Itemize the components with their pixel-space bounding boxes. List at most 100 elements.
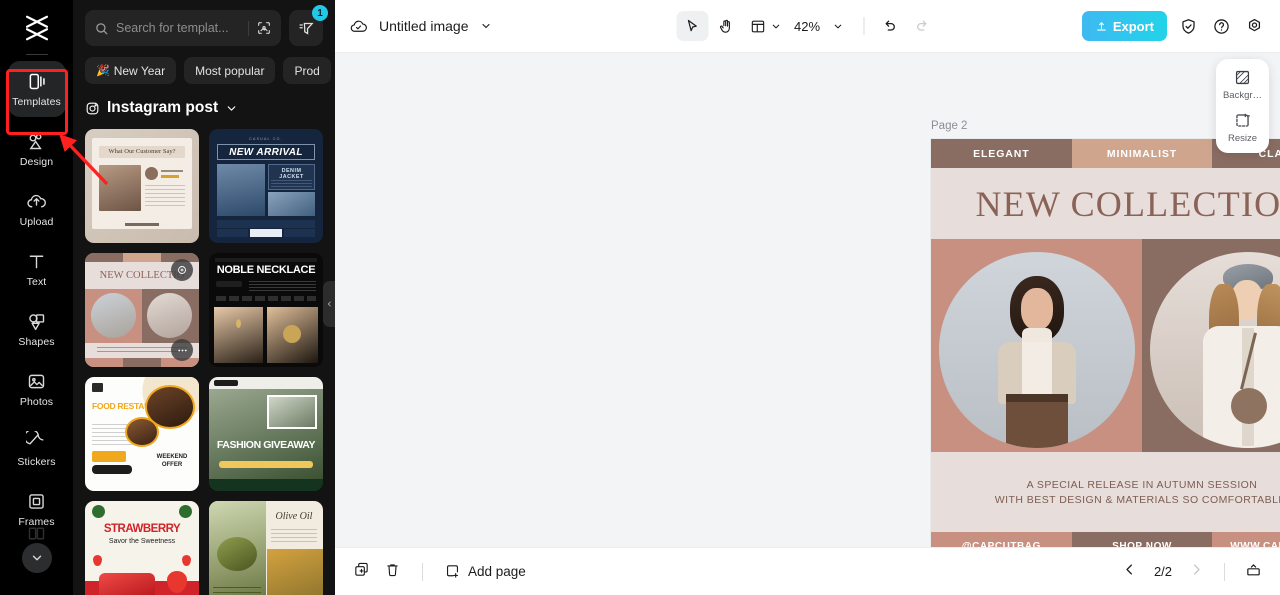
search-input[interactable]: Search for templat... [85,10,281,46]
filter-badge: 1 [312,5,328,21]
template-card[interactable]: FOOD RESTAURANT WEEKEND OFFER [85,377,199,491]
canvas-area[interactable]: Page 2 ELEGANT MINIMALIST CLA NEW COLLEC… [335,53,1280,547]
chevron-down-icon [834,24,842,28]
duplicate-page-button[interactable] [353,561,370,583]
hand-icon [719,19,730,33]
chevron-down-icon [772,24,779,28]
resize-label: Resize [1227,133,1258,144]
sidebar-expand-button[interactable] [21,543,52,573]
design-headline: NEW COLLECTION [975,183,1280,224]
description-zone: A SPECIAL RELEASE IN AUTUMN SESSION WITH… [931,452,1280,532]
shield-check-button[interactable] [1176,14,1200,38]
redo-icon [917,20,927,31]
template-more-button[interactable] [171,339,193,361]
search-divider [248,20,249,36]
redo-button[interactable] [907,11,939,41]
bar-minimalist: MINIMALIST [1071,139,1213,168]
gear-icon [1248,18,1260,31]
bottom-divider-right [1224,562,1225,581]
zoom-dropdown-button[interactable] [822,11,854,41]
page-container: Page 2 ELEGANT MINIMALIST CLA NEW COLLEC… [931,117,1280,547]
pages-grid-button[interactable] [1245,561,1262,583]
photos-icon [26,371,47,393]
trash-icon [387,563,398,576]
prev-page-button[interactable] [1122,562,1137,582]
sidebar-item-stickers[interactable]: Stickers [8,421,66,477]
bar-label: @CAPCUTBAG [961,541,1041,547]
resize-button[interactable]: Resize [1216,111,1269,144]
sidebar-item-design[interactable]: Design [8,121,66,177]
template-preview-button[interactable] [171,259,193,281]
page-navigation: 2/2 [1122,561,1262,583]
capcut-logo-icon[interactable] [17,8,57,48]
background-button[interactable]: Backgr… [1216,68,1269,101]
delete-page-button[interactable] [384,561,401,583]
image-search-icon[interactable] [256,20,272,36]
design-artboard[interactable]: ELEGANT MINIMALIST CLASSY NEW COLLECTION [931,139,1280,547]
sidebar-item-label: Design [19,155,54,168]
chip-product[interactable]: Prod [283,57,331,84]
bar-label: ELEGANT [973,147,1030,160]
upload-icon [1096,21,1106,31]
bar-label: WWW.CAPCUT.COM [1230,541,1280,547]
hand-tool-button[interactable] [710,11,742,41]
chip-new-year[interactable]: 🎉 New Year [85,57,177,84]
template-card[interactable]: NOBLE NECKLACE [209,253,323,367]
templates-icon [26,71,47,93]
pages-grid-icon [1247,563,1260,575]
template-grid: What Our Customer Say? CASUAL CO. NEW AR… [73,129,335,595]
search-icon [96,22,108,34]
description-line: WITH BEST DESIGN & MATERIALS SO COMFORTA… [994,493,1280,506]
export-button[interactable]: Export [1081,11,1167,41]
template-card[interactable]: Olive Oil [209,501,323,595]
undo-icon [885,20,895,31]
select-tool-button[interactable] [675,11,708,41]
sidebar-item-templates[interactable]: Templates [7,61,66,117]
template-card[interactable]: CASUAL CO. NEW ARRIVAL DENIM JACKET [209,129,323,243]
instagram-icon [86,102,99,114]
undo-button[interactable] [873,11,905,41]
category-selector[interactable]: Instagram post [85,99,323,117]
layout-icon [751,20,764,32]
add-page-label: Add page [468,564,526,579]
chevron-right-icon [1194,564,1200,574]
document-name-button[interactable]: Untitled image [349,17,492,36]
next-page-button[interactable] [1189,562,1204,582]
sidebar-item-photos[interactable]: Photos [8,361,66,417]
main-area: Untitled image 42% Export Page 2 ELEGANT… [335,0,1280,595]
sidebar-item-label: Photos [19,395,54,408]
template-title: NOBLE NECKLACE [216,264,316,276]
left-sidebar: Templates Design Upload Text Shapes Phot… [0,0,73,595]
canvas-side-panel: Backgr… Resize [1216,59,1269,153]
template-card[interactable]: STRAWBERRY Savor the Sweetness [85,501,199,595]
duplicate-page-icon [355,562,368,576]
top-toolbar: Untitled image 42% Export [335,0,1280,53]
tool-group: 42% [675,11,939,41]
bottom-divider [422,562,423,581]
chip-label: New Year [113,63,166,78]
filter-button[interactable]: 1 [289,5,328,46]
export-label: Export [1112,18,1154,34]
panel-collapse-handle[interactable] [323,281,335,327]
template-card[interactable]: What Our Customer Say? [85,129,199,243]
filter-icon [298,22,314,35]
description-line: A SPECIAL RELEASE IN AUTUMN SESSION [1026,478,1258,491]
help-button[interactable] [1209,14,1233,38]
chevron-left-icon [327,301,331,307]
zoom-level[interactable]: 42% [788,19,820,34]
template-card[interactable]: FASHION GIVEAWAY [209,377,323,491]
template-card[interactable]: NEW COLLECTIO [85,253,199,367]
bar-elegant: ELEGANT [931,139,1072,168]
page-tools: Add page [353,561,526,583]
sidebar-item-shapes[interactable]: Shapes [8,301,66,357]
chip-most-popular[interactable]: Most popular [184,57,276,84]
headline-zone: NEW COLLECTION [931,168,1280,239]
bar-label: SHOP NOW [1112,541,1172,547]
layout-tool-button[interactable] [744,11,786,41]
sidebar-item-upload[interactable]: Upload [8,181,66,237]
photo-circle-right [1149,251,1280,448]
settings-button[interactable] [1242,14,1266,38]
sidebar-item-text[interactable]: Text [8,241,66,297]
shapes-icon [26,311,47,333]
add-page-button[interactable]: Add page [444,563,526,580]
